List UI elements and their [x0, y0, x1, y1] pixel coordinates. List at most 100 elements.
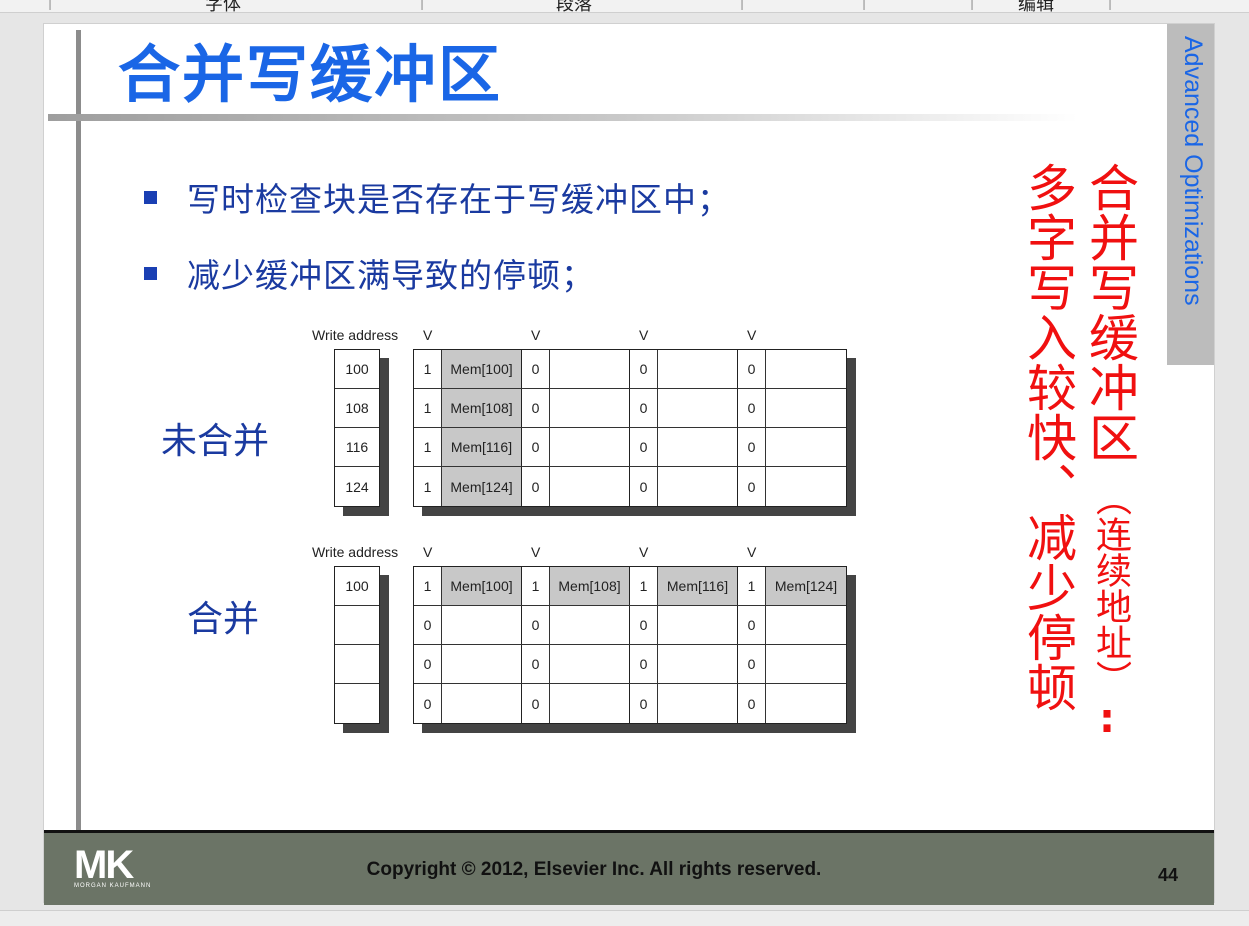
ribbon-group-edit[interactable]: 编辑 — [1018, 0, 1054, 12]
data-word-cell — [658, 428, 738, 466]
data-word-cell — [550, 606, 630, 644]
data-word-cell — [658, 350, 738, 388]
buffer-row: 1 Mem[100] 1 Mem[108] 1 Mem[116] 1 Mem[124] — [414, 567, 846, 606]
valid-bit-cell: 0 — [630, 428, 658, 466]
valid-bit-cell: 0 — [630, 350, 658, 388]
valid-bit-cell: 1 — [414, 389, 442, 427]
valid-bit-header: V — [531, 544, 541, 560]
valid-bit-header: V — [747, 327, 757, 343]
data-word-cell — [550, 428, 630, 466]
red-note-line2: 多字写入较快、减少停顿 — [1019, 162, 1077, 712]
ribbon-divider: | — [740, 0, 745, 10]
write-address-header: Write address — [312, 544, 399, 560]
address-cell — [335, 606, 379, 645]
valid-bit-cell: 0 — [522, 350, 550, 388]
buffer-row: 1 Mem[124] 0 0 0 — [414, 467, 846, 506]
data-word-cell: Mem[108] — [550, 567, 630, 605]
data-word-cell — [766, 645, 846, 683]
data-word-cell — [658, 389, 738, 427]
valid-bit-cell: 0 — [522, 645, 550, 683]
buffer-grid: 1 Mem[100] 0 0 0 1 Mem[108] 0 0 0 1 Mem[116] 0 0 0 1 Mem… — [413, 349, 847, 507]
data-word-cell — [766, 606, 846, 644]
valid-bit-cell: 0 — [522, 684, 550, 723]
buffer-row: 1 Mem[108] 0 0 0 — [414, 389, 846, 428]
merged-label: 合并 — [187, 599, 260, 640]
valid-bit-cell: 1 — [522, 567, 550, 605]
buffer-row: 0 0 0 0 — [414, 645, 846, 684]
bullet-item: 写时检查块是否存在于写缓冲区中； — [144, 174, 731, 220]
red-note-colon: : — [1099, 696, 1115, 742]
valid-bit-cell: 1 — [414, 567, 442, 605]
buffer-grid: 1 Mem[100] 1 Mem[108] 1 Mem[116] 1 Mem[124] 0 0 0 0… — [413, 566, 847, 724]
data-word-cell — [550, 350, 630, 388]
data-word-cell: Mem[116] — [442, 428, 522, 466]
valid-bit-header: V — [639, 327, 649, 343]
data-word-cell — [550, 645, 630, 683]
valid-bit-cell: 0 — [738, 467, 766, 506]
write-address-header: Write address — [312, 327, 399, 343]
ribbon-divider: | — [1108, 0, 1113, 10]
data-word-cell: Mem[108] — [442, 389, 522, 427]
slide-footer: MK MORGAN KAUFMANN Copyright © 2012, Els… — [44, 830, 1214, 905]
data-word-cell — [550, 684, 630, 723]
ribbon-group-font[interactable]: 字体 — [205, 0, 241, 12]
valid-bit-cell: 0 — [522, 606, 550, 644]
bullet-square-icon — [144, 266, 157, 280]
valid-bit-header: V — [639, 544, 649, 560]
copyright-text: Copyright © 2012, Elsevier Inc. All righ… — [366, 859, 822, 880]
slide-title: 合并写缓冲区 — [118, 38, 503, 111]
valid-bit-cell: 0 — [522, 389, 550, 427]
title-accent-bar — [76, 30, 81, 830]
data-word-cell — [766, 389, 846, 427]
valid-bit-header: V — [423, 544, 433, 560]
address-column: 100 108 116 124 — [334, 349, 380, 507]
valid-bit-header: V — [531, 327, 541, 343]
buffer-row: 0 0 0 0 — [414, 684, 846, 723]
valid-bit-cell: 0 — [738, 350, 766, 388]
title-underline — [48, 114, 1078, 121]
data-word-cell — [658, 606, 738, 644]
valid-bit-header: V — [747, 544, 757, 560]
valid-bit-cell: 0 — [414, 606, 442, 644]
valid-bit-cell: 0 — [522, 467, 550, 506]
unmerged-label: 未合并 — [161, 421, 270, 462]
valid-bit-cell: 0 — [738, 684, 766, 723]
data-word-cell: Mem[116] — [658, 567, 738, 605]
data-word-cell — [766, 684, 846, 723]
valid-bit-header: V — [423, 327, 433, 343]
address-cell — [335, 645, 379, 684]
data-word-cell: Mem[100] — [442, 350, 522, 388]
valid-bit-cell: 0 — [630, 467, 658, 506]
data-word-cell — [442, 684, 522, 723]
data-word-cell: Mem[100] — [442, 567, 522, 605]
data-word-cell — [550, 389, 630, 427]
bullet-item: 减少缓冲区满导致的停顿； — [144, 250, 731, 296]
valid-bit-cell: 1 — [414, 428, 442, 466]
valid-bit-cell: 1 — [414, 467, 442, 506]
bullet-square-icon — [144, 190, 157, 204]
top-ribbon-strip: | 字体 | 段落 | | | 编辑 | — [0, 0, 1249, 13]
valid-bit-cell: 0 — [414, 684, 442, 723]
valid-bit-cell: 0 — [738, 428, 766, 466]
address-column: 100 — [334, 566, 380, 724]
ribbon-group-paragraph[interactable]: 段落 — [556, 0, 592, 12]
valid-bit-cell: 0 — [630, 389, 658, 427]
data-word-cell — [658, 684, 738, 723]
data-word-cell: Mem[124] — [442, 467, 522, 506]
bullet-text: 减少缓冲区满导致的停顿； — [187, 256, 595, 295]
address-cell: 100 — [335, 567, 379, 606]
valid-bit-cell: 0 — [522, 428, 550, 466]
side-tab-label: Advanced Optimizations — [1179, 36, 1207, 306]
valid-bit-cell: 0 — [738, 645, 766, 683]
data-word-cell — [766, 467, 846, 506]
ribbon-divider: | — [48, 0, 53, 10]
valid-bit-cell: 1 — [414, 350, 442, 388]
valid-bit-cell: 0 — [630, 645, 658, 683]
slide-canvas[interactable]: 合并写缓冲区 Advanced Optimizations 写时检查块是否存在于… — [44, 24, 1214, 905]
data-word-cell — [442, 645, 522, 683]
data-word-cell — [766, 350, 846, 388]
ribbon-divider: | — [420, 0, 425, 10]
buffer-row: 0 0 0 0 — [414, 606, 846, 645]
buffer-row: 1 Mem[100] 0 0 0 — [414, 350, 846, 389]
data-word-cell — [442, 606, 522, 644]
